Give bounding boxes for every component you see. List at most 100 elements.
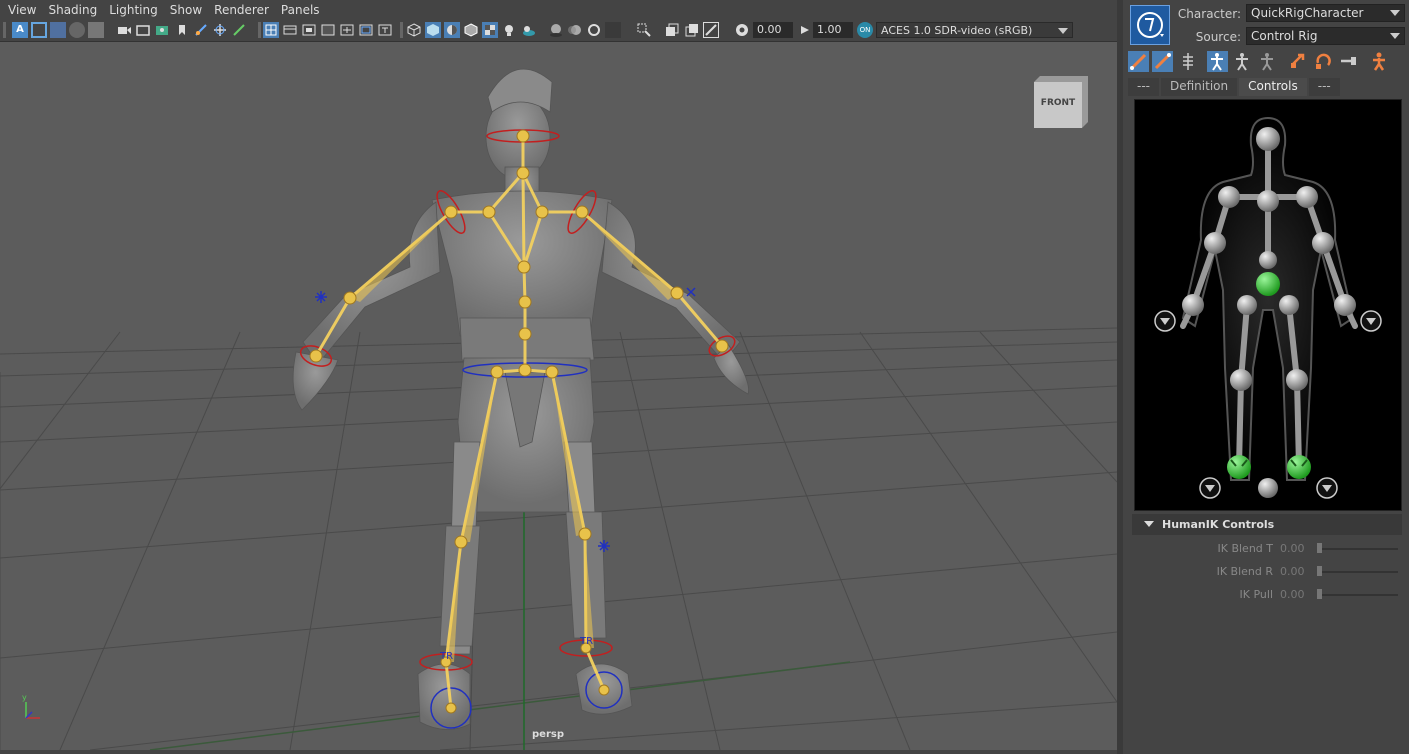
safe-title-icon[interactable]: [231, 22, 247, 38]
safe-action-toggle-icon[interactable]: [358, 22, 374, 38]
ik-blend-t-slider[interactable]: [1318, 548, 1398, 550]
humanik-controls-title: HumanIK Controls: [1162, 518, 1275, 531]
shadows-icon[interactable]: [520, 22, 536, 38]
menu-view[interactable]: View: [8, 3, 36, 17]
toolbar-grip[interactable]: [3, 22, 6, 38]
ik-blend-r-slider[interactable]: [1318, 571, 1398, 573]
menu-shading[interactable]: Shading: [48, 3, 97, 17]
exposure-icon[interactable]: [734, 22, 750, 38]
resolution-gate-toggle-icon[interactable]: [301, 22, 317, 38]
character-value: QuickRigCharacter: [1251, 6, 1364, 20]
grid-icon[interactable]: [263, 22, 279, 38]
show-fk-icon[interactable]: [1207, 51, 1228, 72]
image-plane-icon[interactable]: [69, 22, 85, 38]
film-gate-icon[interactable]: [154, 22, 170, 38]
safe-title-toggle-icon[interactable]: [377, 22, 393, 38]
gamma-icon[interactable]: [797, 22, 813, 38]
bookmarks-icon[interactable]: [50, 22, 66, 38]
character-dropdown[interactable]: QuickRigCharacter: [1246, 4, 1405, 22]
source-label: Source:: [1195, 30, 1241, 44]
multisample-aa-icon[interactable]: [586, 22, 602, 38]
release-pinning-icon[interactable]: [1338, 51, 1359, 72]
2d-pan-zoom-icon[interactable]: [88, 22, 104, 38]
humanik-logo-button[interactable]: [1130, 5, 1170, 45]
tab-controls[interactable]: Controls: [1239, 78, 1307, 96]
menu-show[interactable]: Show: [170, 3, 202, 17]
humanik-toolbar: [1128, 51, 1403, 73]
tab-custom-rig[interactable]: ---: [1308, 78, 1340, 96]
chevron-down-icon: [1058, 28, 1068, 34]
ik-pull-slider[interactable]: [1318, 594, 1398, 596]
wireframe-on-shaded-icon[interactable]: [463, 22, 479, 38]
gate-mask-toggle-icon[interactable]: [320, 22, 336, 38]
isolate-select-icon[interactable]: [636, 22, 652, 38]
menu-panels[interactable]: Panels: [281, 3, 320, 17]
view-transform-value: ACES 1.0 SDR-video (sRGB): [881, 24, 1033, 37]
humanik-controls-header[interactable]: HumanIK Controls: [1132, 514, 1402, 535]
expand-hand-icon: [1360, 310, 1382, 332]
ik-pull-value[interactable]: 0.00: [1280, 588, 1310, 601]
chevron-down-icon: [1390, 10, 1400, 16]
show-ik-icon[interactable]: [1232, 51, 1253, 72]
collapse-arrow-icon: [1144, 521, 1154, 527]
textured-icon[interactable]: [482, 22, 498, 38]
film-gate-toggle-icon[interactable]: [282, 22, 298, 38]
motion-blur-icon[interactable]: [567, 22, 583, 38]
ik-blend-t-value[interactable]: 0.00: [1280, 542, 1310, 555]
perspective-viewport[interactable]: TR TR FRONT y persp: [0, 42, 1117, 750]
toolbar-separator: [258, 22, 261, 38]
pin-translate-icon[interactable]: [1288, 51, 1309, 72]
field-chart-icon[interactable]: [193, 22, 209, 38]
menu-renderer[interactable]: Renderer: [214, 3, 269, 17]
x-axis-line: [149, 661, 851, 750]
ik-pull-label: IK Pull: [1239, 588, 1273, 601]
show-skeleton-icon[interactable]: [1178, 51, 1199, 72]
menu-lighting[interactable]: Lighting: [109, 3, 158, 17]
select-all-effectors-icon[interactable]: [1369, 51, 1390, 72]
camera-label: persp: [532, 729, 564, 740]
depth-of-field-icon[interactable]: [605, 22, 621, 38]
svg-text:y: y: [22, 693, 27, 702]
character-controls-tabs: --- Definition Controls ---: [1128, 78, 1342, 96]
pin-rotate-icon[interactable]: [1313, 51, 1334, 72]
source-value: Control Rig: [1251, 29, 1318, 43]
safe-action-icon[interactable]: [212, 22, 228, 38]
tab-definition[interactable]: Definition: [1161, 78, 1238, 96]
gate-mask-icon[interactable]: [135, 22, 151, 38]
exposure-field[interactable]: 0.00: [753, 22, 793, 38]
smooth-shade-icon[interactable]: [425, 22, 441, 38]
ik-blend-r-handle[interactable]: [1317, 566, 1322, 576]
humanik-figure-picker[interactable]: [1134, 99, 1402, 511]
ik-blend-r-value[interactable]: 0.00: [1280, 565, 1310, 578]
full-body-ik-icon[interactable]: [1128, 51, 1149, 72]
xray-icon[interactable]: [664, 22, 680, 38]
lock-camera-icon[interactable]: [31, 22, 47, 38]
resolution-gate-icon[interactable]: [174, 22, 190, 38]
viewport-toolbar: A 0.00 1.00 ON ACES 1.0 SDR-video (sRGB): [0, 19, 1117, 42]
character-controls-panel: Character: QuickRigCharacter Source: Con…: [1123, 0, 1409, 754]
ik-blend-t-handle[interactable]: [1317, 543, 1322, 553]
toolbar-separator: [400, 22, 403, 38]
tab-skeleton[interactable]: ---: [1128, 78, 1159, 96]
view-transform-dropdown[interactable]: ACES 1.0 SDR-video (sRGB): [876, 22, 1073, 38]
show-ghost-icon[interactable]: [1257, 51, 1278, 72]
figure-representation: [1154, 116, 1382, 499]
ik-pull-handle[interactable]: [1317, 589, 1322, 599]
left-foot-effector-selected: [1227, 455, 1251, 479]
wireframe-icon[interactable]: [406, 22, 422, 38]
screen-space-ao-icon[interactable]: [548, 22, 564, 38]
body-part-ik-icon[interactable]: [1152, 51, 1173, 72]
color-management-icon[interactable]: ON: [857, 22, 873, 38]
field-chart-toggle-icon[interactable]: [339, 22, 355, 38]
source-dropdown[interactable]: Control Rig: [1246, 27, 1405, 45]
use-default-material-icon[interactable]: [444, 22, 460, 38]
expand-foot-icon: [1316, 477, 1338, 499]
select-camera-icon[interactable]: A: [12, 22, 28, 38]
camera-attributes-icon[interactable]: [116, 22, 132, 38]
right-foot-effector-selected: [1287, 455, 1311, 479]
view-cube[interactable]: FRONT: [1034, 76, 1088, 128]
use-all-lights-icon[interactable]: [501, 22, 517, 38]
xray-active-components-icon[interactable]: [703, 22, 719, 38]
xray-joints-icon[interactable]: [684, 22, 700, 38]
gamma-field[interactable]: 1.00: [813, 22, 853, 38]
